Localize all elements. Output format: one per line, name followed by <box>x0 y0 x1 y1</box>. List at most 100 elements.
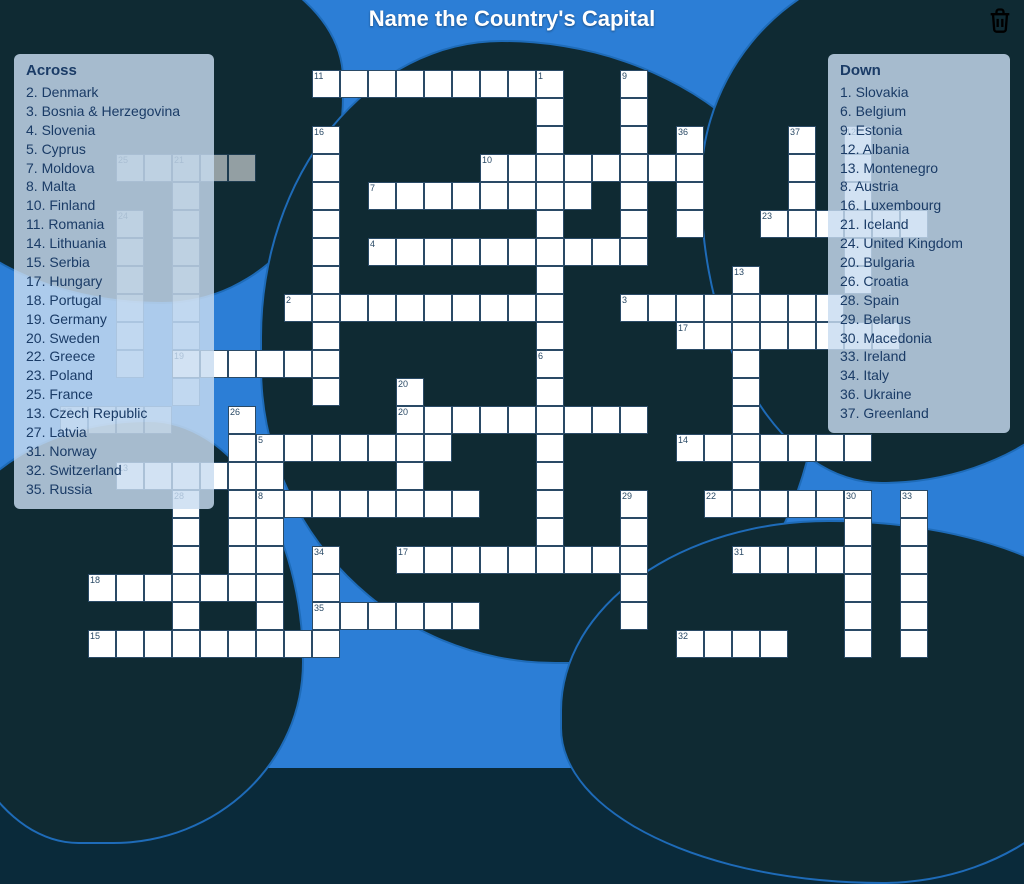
cell[interactable] <box>620 98 648 126</box>
cell[interactable] <box>452 182 480 210</box>
cell[interactable] <box>424 238 452 266</box>
cell[interactable] <box>396 294 424 322</box>
cell[interactable] <box>312 266 340 294</box>
cell[interactable] <box>256 602 284 630</box>
cell[interactable] <box>368 602 396 630</box>
cell[interactable] <box>312 574 340 602</box>
cell[interactable] <box>256 518 284 546</box>
cell[interactable] <box>564 238 592 266</box>
cell[interactable]: 23 <box>760 210 788 238</box>
cell[interactable] <box>536 490 564 518</box>
cell[interactable] <box>256 574 284 602</box>
clue-down-13[interactable]: 13. Montenegro <box>840 159 998 178</box>
cell[interactable] <box>620 546 648 574</box>
cell[interactable] <box>284 630 312 658</box>
cell[interactable] <box>256 462 284 490</box>
cell[interactable] <box>760 546 788 574</box>
cell[interactable] <box>900 602 928 630</box>
cell[interactable] <box>900 630 928 658</box>
cell[interactable] <box>732 490 760 518</box>
clue-down-24[interactable]: 24. United Kingdom <box>840 234 998 253</box>
clue-across-35[interactable]: 35. Russia <box>26 480 202 499</box>
cell[interactable] <box>424 434 452 462</box>
cell[interactable]: 16 <box>312 126 340 154</box>
cell[interactable]: 17 <box>676 322 704 350</box>
cell[interactable]: 26 <box>228 406 256 434</box>
cell[interactable] <box>620 210 648 238</box>
clue-down-36[interactable]: 36. Ukraine <box>840 385 998 404</box>
clue-across-15[interactable]: 15. Serbia <box>26 253 202 272</box>
clue-across-11[interactable]: 11. Romania <box>26 215 202 234</box>
cell[interactable] <box>396 182 424 210</box>
cell[interactable] <box>900 518 928 546</box>
cell[interactable] <box>760 490 788 518</box>
cell[interactable] <box>536 378 564 406</box>
cell[interactable] <box>172 630 200 658</box>
cell[interactable] <box>508 406 536 434</box>
cell[interactable] <box>312 210 340 238</box>
cell[interactable] <box>312 350 340 378</box>
cell[interactable] <box>620 238 648 266</box>
cell[interactable]: 3 <box>620 294 648 322</box>
clue-down-28[interactable]: 28. Spain <box>840 291 998 310</box>
cell[interactable] <box>480 294 508 322</box>
cell[interactable] <box>816 434 844 462</box>
clue-across-5[interactable]: 5. Cyprus <box>26 140 202 159</box>
cell[interactable] <box>900 546 928 574</box>
cell[interactable] <box>340 602 368 630</box>
cell[interactable] <box>648 294 676 322</box>
cell[interactable] <box>592 238 620 266</box>
clue-across-2[interactable]: 2. Denmark <box>26 83 202 102</box>
cell[interactable] <box>200 630 228 658</box>
cell[interactable] <box>424 602 452 630</box>
cell[interactable] <box>704 322 732 350</box>
cell[interactable] <box>228 574 256 602</box>
clue-across-8[interactable]: 8. Malta <box>26 177 202 196</box>
clue-down-1[interactable]: 1. Slovakia <box>840 83 998 102</box>
cell[interactable] <box>816 490 844 518</box>
cell[interactable] <box>732 294 760 322</box>
cell[interactable] <box>620 602 648 630</box>
cell[interactable]: 20 <box>396 378 424 406</box>
cell[interactable]: 15 <box>88 630 116 658</box>
cell[interactable]: 36 <box>676 126 704 154</box>
cell[interactable] <box>620 574 648 602</box>
cell[interactable] <box>844 602 872 630</box>
cell[interactable] <box>620 182 648 210</box>
cell[interactable] <box>480 546 508 574</box>
cell[interactable]: 18 <box>88 574 116 602</box>
clue-down-26[interactable]: 26. Croatia <box>840 272 998 291</box>
cell[interactable] <box>172 602 200 630</box>
cell[interactable] <box>256 546 284 574</box>
cell[interactable] <box>228 490 256 518</box>
clue-down-21[interactable]: 21. Iceland <box>840 215 998 234</box>
cell[interactable] <box>564 154 592 182</box>
cell[interactable] <box>844 434 872 462</box>
cell[interactable] <box>508 70 536 98</box>
cell[interactable] <box>368 434 396 462</box>
cell[interactable]: 32 <box>676 630 704 658</box>
cell[interactable] <box>228 518 256 546</box>
clue-across-14[interactable]: 14. Lithuania <box>26 234 202 253</box>
cell[interactable] <box>536 126 564 154</box>
cell[interactable] <box>620 126 648 154</box>
cell[interactable] <box>172 574 200 602</box>
cell[interactable] <box>536 322 564 350</box>
cell[interactable] <box>312 294 340 322</box>
cell[interactable] <box>396 70 424 98</box>
cell[interactable] <box>536 98 564 126</box>
cell[interactable] <box>200 574 228 602</box>
cell[interactable] <box>452 70 480 98</box>
cell[interactable] <box>536 406 564 434</box>
cell[interactable]: 29 <box>620 490 648 518</box>
cell[interactable] <box>732 406 760 434</box>
cell[interactable] <box>536 546 564 574</box>
clue-across-10[interactable]: 10. Finland <box>26 196 202 215</box>
cell[interactable] <box>704 630 732 658</box>
clue-across-22[interactable]: 22. Greece <box>26 347 202 366</box>
cell[interactable] <box>452 602 480 630</box>
cell[interactable] <box>788 322 816 350</box>
cell[interactable] <box>396 602 424 630</box>
cell[interactable] <box>228 350 256 378</box>
cell[interactable] <box>788 490 816 518</box>
